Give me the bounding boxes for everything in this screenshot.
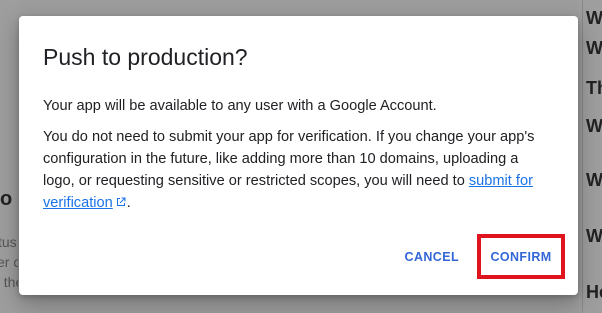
background-text: W bbox=[586, 38, 602, 58]
background-page-left: o tus er c f the bbox=[0, 0, 18, 313]
verification-text: You do not need to submit your app for v… bbox=[43, 129, 535, 189]
push-to-production-dialog: Push to production? Your app will be ava… bbox=[19, 16, 578, 295]
confirm-highlight: CONFIRM bbox=[477, 234, 565, 279]
dialog-body: Your app will be available to any user w… bbox=[43, 95, 554, 215]
background-text: er c bbox=[0, 254, 18, 270]
background-text: tus bbox=[0, 234, 17, 250]
background-page-right: W W Th W W W He bbox=[578, 0, 602, 313]
dialog-title: Push to production? bbox=[43, 44, 248, 70]
dialog-paragraph-availability: Your app will be available to any user w… bbox=[43, 98, 437, 114]
background-divider bbox=[582, 0, 583, 313]
cancel-button[interactable]: CANCEL bbox=[393, 242, 471, 272]
confirm-button[interactable]: CONFIRM bbox=[478, 242, 563, 272]
external-link-icon bbox=[115, 193, 127, 215]
background-text: Th bbox=[586, 78, 602, 98]
background-text: He bbox=[586, 282, 602, 302]
verification-end: . bbox=[126, 195, 131, 211]
background-text: W bbox=[586, 170, 602, 190]
background-text: o bbox=[0, 188, 13, 210]
dialog-paragraph-verification: You do not need to submit your app for v… bbox=[43, 126, 554, 215]
background-text: W bbox=[586, 8, 602, 28]
dialog-actions: CANCEL CONFIRM bbox=[393, 234, 565, 279]
background-text: f the bbox=[0, 274, 18, 290]
background-text: W bbox=[586, 116, 602, 136]
background-text: W bbox=[586, 226, 602, 246]
